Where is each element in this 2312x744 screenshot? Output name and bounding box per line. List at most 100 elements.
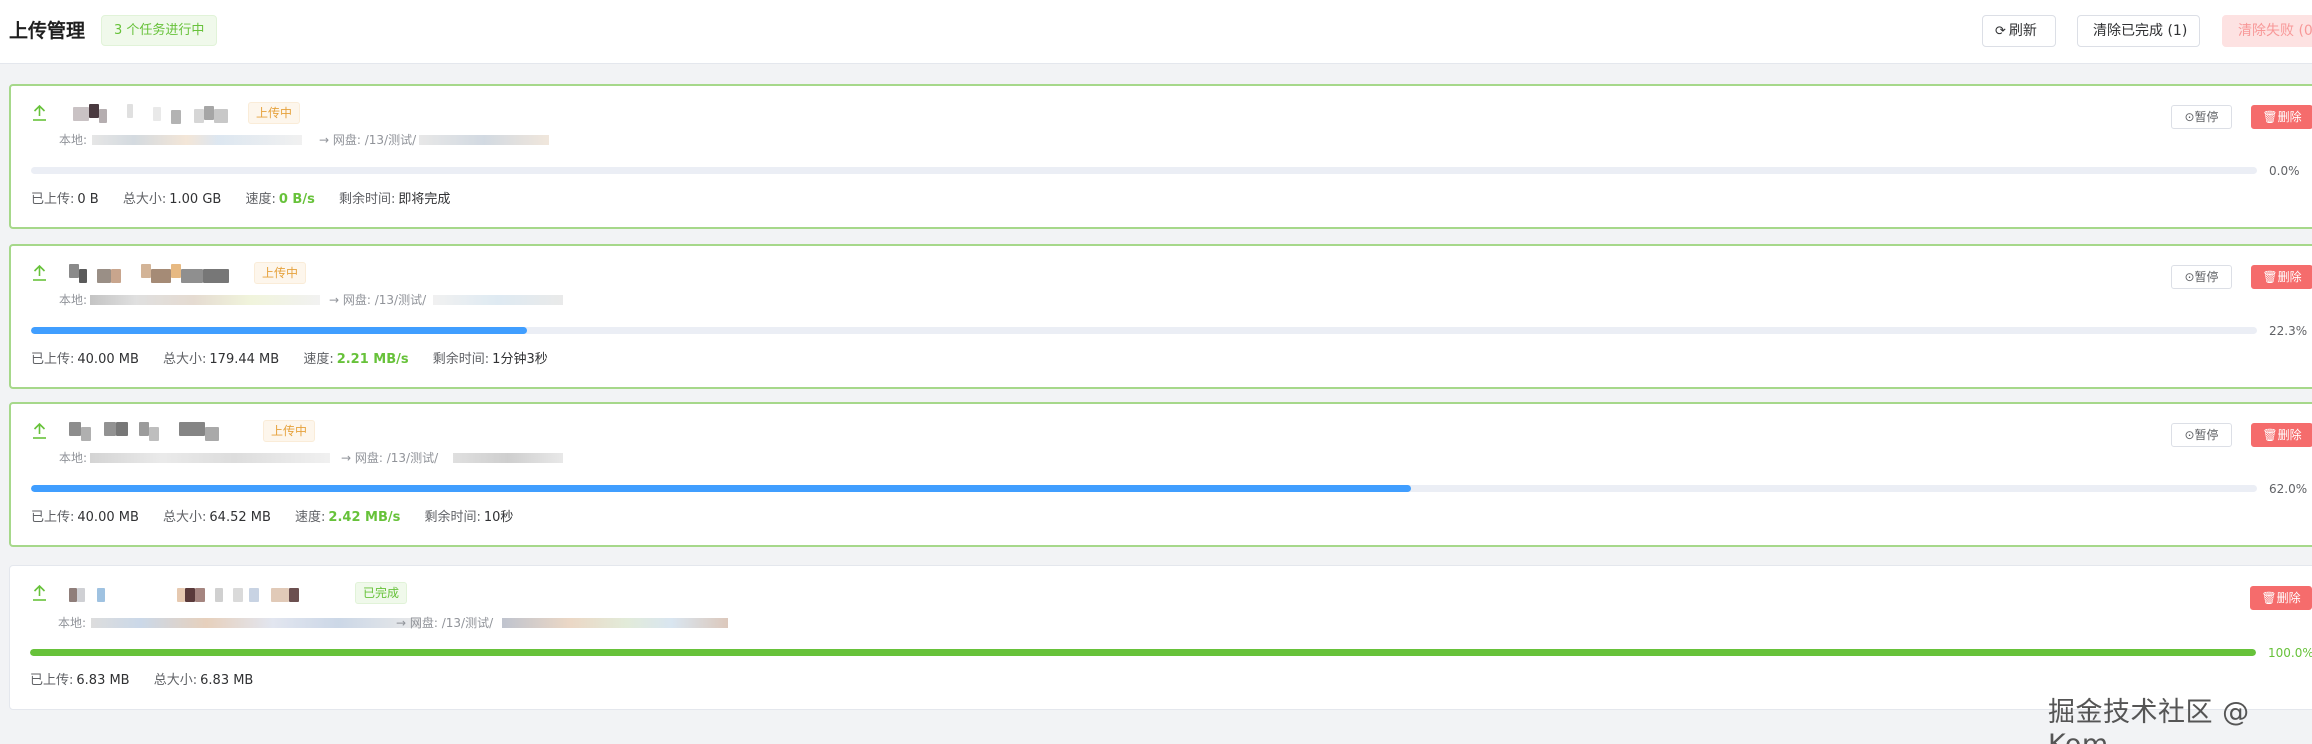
total-size-value: 6.83 MB — [200, 673, 254, 688]
total-size-value: 179.44 MB — [209, 352, 280, 367]
remaining-time-label: 剩余时间: — [338, 192, 396, 207]
uploaded-label: 已上传: — [31, 192, 75, 207]
delete-label: 删除 — [2277, 110, 2302, 124]
local-path-label: 本地: — [59, 451, 88, 465]
upload-icon — [33, 422, 46, 439]
local-path-redacted — [92, 135, 302, 145]
remaining-time-label: 剩余时间: — [432, 352, 490, 367]
watermark: 掘金技术社区 @ Kom — [2048, 697, 2250, 744]
total-size-value: 64.52 MB — [209, 510, 271, 525]
refresh-button[interactable]: ⟳ 刷新 — [1982, 15, 2056, 47]
upload-task-card: 上传中 本地: → 网盘: /13/测试/ 0.0% 已上传: 0 B 总大小: 1… — [9, 84, 2312, 229]
uploaded-label: 已上传: — [30, 673, 74, 688]
uploaded-value: 40.00 MB — [77, 352, 139, 367]
remaining-time-value: 即将完成 — [398, 192, 451, 207]
file-path: 本地: → 网盘: /13/测试/ — [59, 292, 579, 308]
total-size-value: 1.00 GB — [169, 192, 222, 207]
pause-label: 暂停 — [2194, 110, 2219, 124]
progress-fill — [31, 485, 1412, 492]
total-size-label: 总大小: — [163, 510, 207, 525]
pause-button[interactable]: ⊙暂停 — [2171, 105, 2232, 129]
task-stats: 已上传: 0 B 总大小: 1.00 GB 速度: 0 B/s 剩余时间: 即将完成 — [31, 191, 470, 209]
uploaded-label: 已上传: — [31, 352, 75, 367]
local-path-redacted — [90, 453, 330, 463]
destination-redacted — [502, 618, 728, 628]
refresh-icon: ⟳ — [1995, 24, 2006, 39]
upload-task-card: 上传中 本地: → 网盘: /13/测试/ 62.0% 已上传: 40.00 MB… — [9, 402, 2312, 547]
remaining-time-value: 10秒 — [483, 510, 514, 525]
progress-fill — [31, 327, 528, 334]
task-stats: 已上传: 40.00 MB 总大小: 179.44 MB 速度: 2.21 MB/s … — [31, 351, 568, 369]
destination-redacted — [453, 453, 563, 463]
destination-redacted — [433, 295, 563, 305]
uploaded-value: 0 B — [77, 192, 99, 207]
delete-button[interactable]: 🗑删除 — [2251, 423, 2312, 447]
status-tag: 上传中 — [263, 420, 316, 442]
destination-path: → 网盘: /13/测试/ — [319, 133, 417, 147]
delete-button[interactable]: 🗑删除 — [2251, 105, 2312, 129]
file-path: 本地: → 网盘: /13/测试/ — [59, 450, 579, 466]
uploaded-label: 已上传: — [31, 510, 75, 525]
upload-icon — [33, 584, 46, 601]
delete-button[interactable]: 🗑删除 — [2250, 586, 2312, 610]
pause-label: 暂停 — [2194, 428, 2219, 442]
status-tag: 上传中 — [254, 262, 307, 284]
pause-label: 暂停 — [2194, 270, 2219, 284]
uploaded-value: 40.00 MB — [77, 510, 139, 525]
delete-label: 删除 — [2277, 270, 2302, 284]
task-stats: 已上传: 40.00 MB 总大小: 64.52 MB 速度: 2.42 MB/s 剩… — [31, 509, 533, 527]
delete-label: 删除 — [2277, 428, 2302, 442]
total-size-label: 总大小: — [163, 352, 207, 367]
progress-percent: 0.0% — [2269, 164, 2300, 178]
total-size-label: 总大小: — [122, 192, 167, 207]
destination-path: → 网盘: /13/测试/ — [329, 293, 427, 307]
pause-button[interactable]: ⊙暂停 — [2171, 423, 2232, 447]
destination-redacted — [419, 135, 549, 145]
pause-icon: ⊙ — [2184, 110, 2195, 124]
clear-completed-button[interactable]: 清除已完成 (1) — [2077, 15, 2200, 47]
remaining-time-value: 1分钟3秒 — [492, 352, 548, 367]
refresh-label: 刷新 — [2008, 23, 2037, 39]
delete-button[interactable]: 🗑删除 — [2251, 265, 2312, 289]
speed-value: 0 B/s — [278, 192, 315, 207]
pause-button[interactable]: ⊙暂停 — [2171, 265, 2232, 289]
progress-fill — [30, 649, 2256, 656]
progress-percent: 22.3% — [2269, 324, 2308, 338]
active-tasks-badge: 3 个任务进行中 — [101, 15, 218, 46]
status-tag: 上传中 — [248, 102, 301, 124]
local-path-label: 本地: — [59, 293, 88, 307]
local-path-redacted — [90, 295, 320, 305]
task-stats: 已上传: 6.83 MB 总大小: 6.83 MB — [30, 672, 273, 690]
uploaded-value: 6.83 MB — [76, 673, 130, 688]
trash-icon: 🗑 — [2262, 428, 2278, 442]
remaining-time-label: 剩余时间: — [424, 510, 481, 525]
progress-percent: 100.0% — [2268, 646, 2312, 660]
file-path: 本地: → 网盘: /13/测试/ — [58, 615, 738, 631]
page-title: 上传管理 — [9, 20, 86, 42]
local-path-label: 本地: — [58, 616, 87, 630]
speed-label: 速度: — [295, 510, 326, 525]
destination-path: → 网盘: /13/测试/ — [341, 451, 439, 465]
speed-label: 速度: — [303, 352, 334, 367]
upload-icon — [33, 104, 46, 121]
local-path-label: 本地: — [59, 133, 88, 147]
destination-path: → 网盘: /13/测试/ — [396, 616, 494, 630]
pause-icon: ⊙ — [2184, 428, 2195, 442]
speed-value: 2.21 MB/s — [336, 352, 409, 367]
speed-value: 2.42 MB/s — [328, 510, 401, 525]
clear-failed-button[interactable]: 清除失败 (0) — [2222, 15, 2312, 47]
file-path: 本地: → 网盘: /13/测试/ — [59, 132, 559, 148]
delete-label: 删除 — [2276, 591, 2301, 605]
upload-task-card: 已完成 本地: → 网盘: /13/测试/ 100.0% 已上传: 6.83 MB… — [9, 565, 2312, 710]
status-tag: 已完成 — [355, 582, 408, 604]
trash-icon: 🗑 — [2261, 591, 2277, 605]
upload-task-card: 上传中 本地: → 网盘: /13/测试/ 22.3% 已上传: 40.00 MB… — [9, 244, 2312, 389]
progress-bar — [30, 649, 2256, 656]
speed-label: 速度: — [245, 192, 276, 207]
top-toolbar: 上传管理 3 个任务进行中 ⟳ 刷新 清除已完成 (1) 清除失败 (0) — [0, 0, 2312, 64]
progress-percent: 62.0% — [2269, 482, 2308, 496]
total-size-label: 总大小: — [153, 673, 198, 688]
progress-bar — [31, 485, 2257, 492]
trash-icon: 🗑 — [2262, 110, 2278, 124]
trash-icon: 🗑 — [2262, 270, 2278, 284]
